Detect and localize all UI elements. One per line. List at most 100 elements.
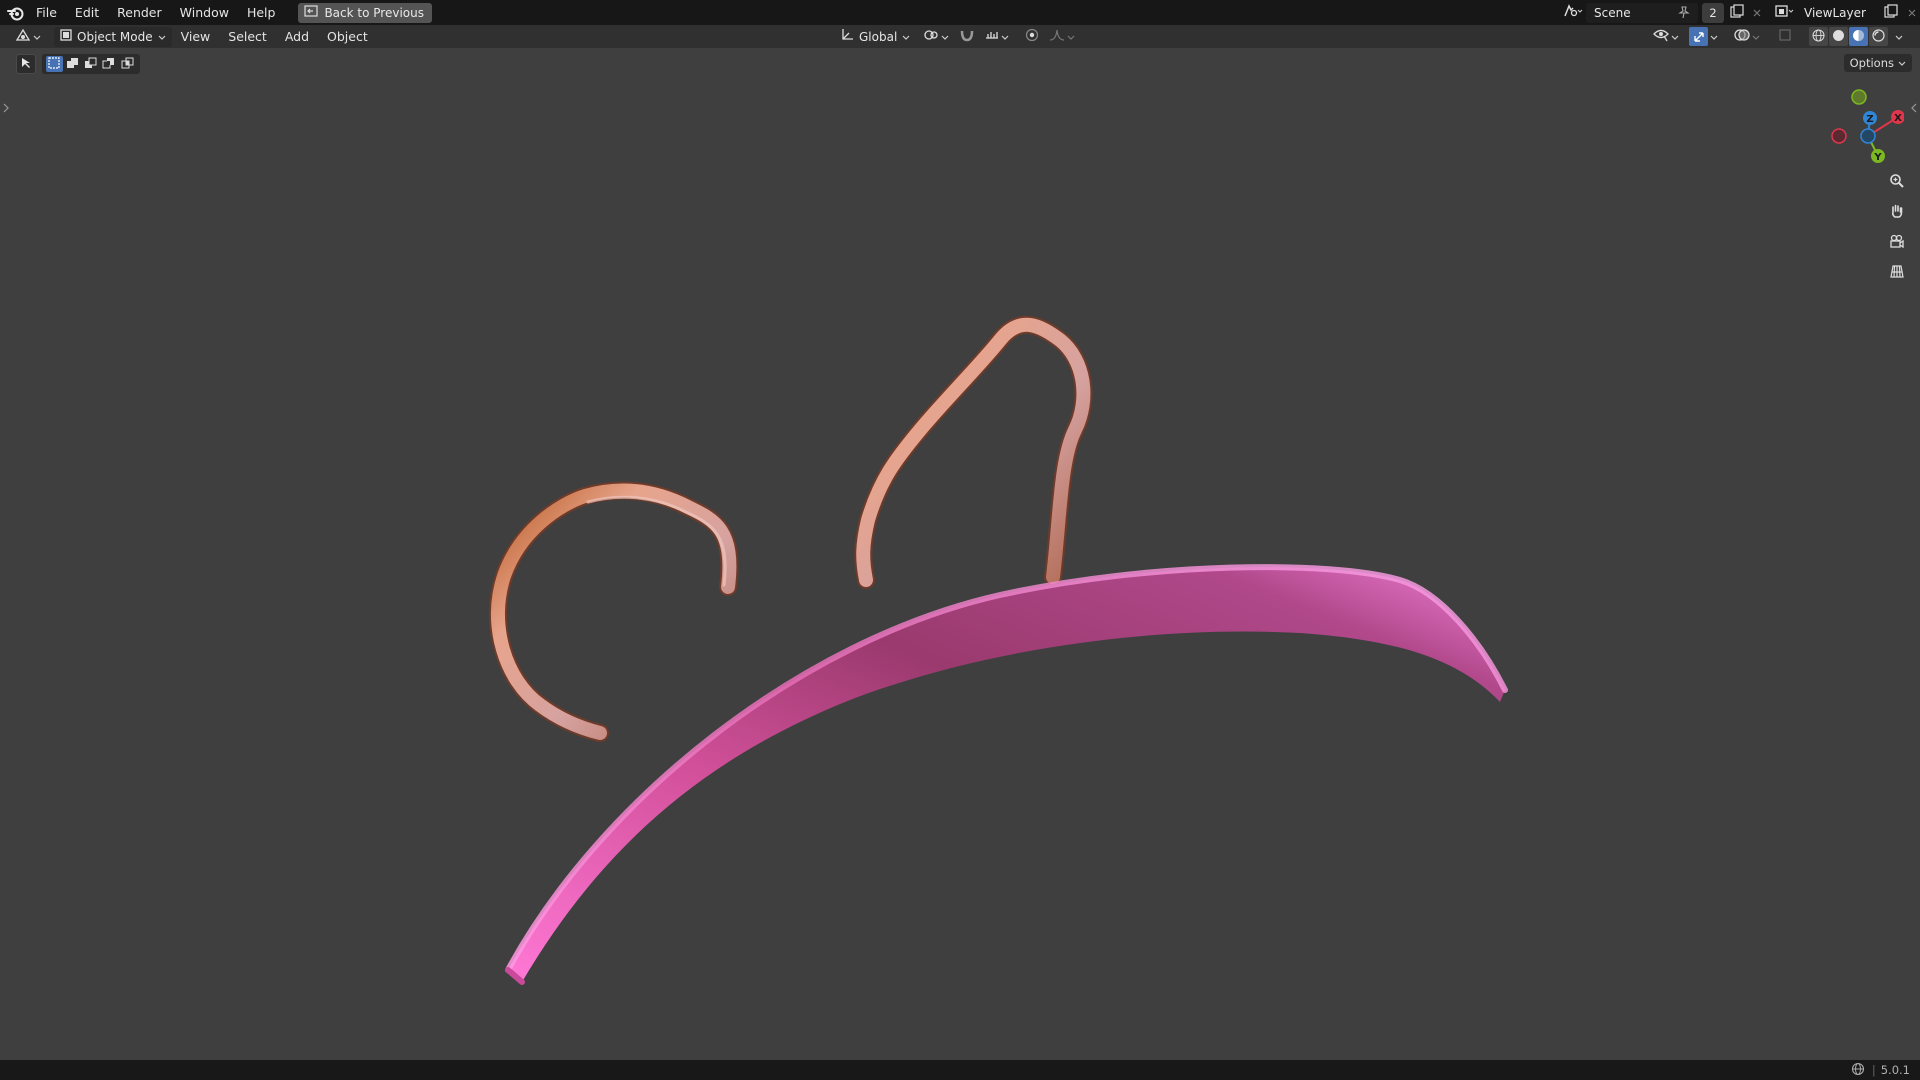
chevron-down-icon xyxy=(158,30,166,44)
perspective-toggle-button[interactable] xyxy=(1883,258,1911,286)
select-difference-icon xyxy=(102,57,116,72)
delete-view-layer-button[interactable] xyxy=(1904,3,1920,23)
chevron-down-icon xyxy=(1752,30,1760,44)
rendered-shading-button[interactable] xyxy=(1869,27,1888,46)
object-mode-dropdown[interactable]: Object Mode xyxy=(54,26,172,47)
z-axis-label: Z xyxy=(1866,114,1873,125)
wireframe-shading-button[interactable] xyxy=(1809,27,1828,46)
scene-name-field[interactable]: Scene xyxy=(1586,2,1698,23)
select-new-button[interactable] xyxy=(45,56,63,72)
blender-logo-icon[interactable] xyxy=(5,2,27,24)
eye-cursor-icon xyxy=(1653,28,1669,45)
chevron-down-icon xyxy=(1671,30,1679,44)
scene-user-count: 2 xyxy=(1702,2,1724,23)
xray-toggle[interactable] xyxy=(1775,27,1795,47)
screen-back-icon xyxy=(304,5,319,20)
snap-increment-icon xyxy=(985,28,999,45)
menu-object[interactable]: Object xyxy=(318,29,377,44)
pin-icon[interactable] xyxy=(1678,5,1690,22)
menu-window[interactable]: Window xyxy=(171,0,238,25)
menu-edit[interactable]: Edit xyxy=(66,0,108,25)
duplicate-icon xyxy=(1884,4,1898,21)
scene-render xyxy=(489,315,1508,985)
tool-settings-row: Options xyxy=(0,48,1920,80)
neg-y-axis-handle[interactable] xyxy=(1851,89,1867,105)
3d-viewport[interactable] xyxy=(0,48,1920,1060)
falloff-curve-icon xyxy=(1049,28,1065,45)
delete-scene-button[interactable] xyxy=(1750,3,1764,23)
chevron-down-icon xyxy=(1001,30,1009,44)
snap-toggle[interactable] xyxy=(956,27,978,47)
sidebar-expand-arrow-icon[interactable] xyxy=(1910,102,1918,113)
viewport-3d-icon xyxy=(15,28,31,45)
version-label: 5.0.1 xyxy=(1880,1063,1910,1077)
neg-x-axis-handle[interactable] xyxy=(1831,128,1847,144)
select-difference-button[interactable] xyxy=(101,56,118,72)
solid-sphere-icon xyxy=(1832,29,1845,45)
grid-icon xyxy=(1889,263,1905,282)
top-menu-bar: File Edit Render Window Help Back to Pre… xyxy=(0,0,1920,25)
menu-add[interactable]: Add xyxy=(276,29,318,44)
cursor-icon xyxy=(21,57,31,72)
pan-button[interactable] xyxy=(1883,198,1911,226)
gizmo-toggle[interactable] xyxy=(1686,27,1721,47)
view-layer-icon xyxy=(1775,4,1795,21)
transform-orientation-dropdown[interactable]: Global xyxy=(834,27,916,47)
select-extend-button[interactable] xyxy=(64,56,81,72)
menu-render[interactable]: Render xyxy=(108,0,171,25)
neg-z-axis-handle[interactable] xyxy=(1860,128,1876,144)
shading-mode-group xyxy=(1809,27,1888,46)
options-label: Options xyxy=(1849,56,1894,70)
proportional-falloff-dropdown[interactable] xyxy=(1046,27,1078,47)
chevron-down-icon xyxy=(1895,30,1903,44)
chevron-down-icon xyxy=(902,30,910,44)
selectability-visibility-dropdown[interactable] xyxy=(1650,27,1682,47)
left-ear-loop xyxy=(489,481,739,742)
solid-shading-button[interactable] xyxy=(1829,27,1848,46)
select-subtract-button[interactable] xyxy=(82,56,99,72)
snap-target-dropdown[interactable] xyxy=(982,27,1012,47)
orientation-label: Global xyxy=(859,29,898,44)
proportional-edit-icon xyxy=(1025,28,1039,45)
chevron-down-icon xyxy=(1898,56,1906,70)
right-ear-loop xyxy=(854,315,1093,589)
toolbar-expand-arrow-icon[interactable] xyxy=(2,102,10,113)
close-icon xyxy=(1753,6,1761,20)
proportional-edit-toggle[interactable] xyxy=(1022,27,1042,47)
camera-view-button[interactable] xyxy=(1883,228,1911,256)
overlays-toggle[interactable] xyxy=(1731,27,1763,47)
new-scene-button[interactable] xyxy=(1724,3,1750,23)
navigation-gizmo[interactable]: X Y Z xyxy=(1814,84,1905,174)
chevron-down-icon xyxy=(1067,30,1075,44)
back-to-previous-label: Back to Previous xyxy=(324,5,424,20)
menu-help[interactable]: Help xyxy=(238,0,285,25)
new-view-layer-button[interactable] xyxy=(1878,3,1904,23)
object-mode-icon xyxy=(60,29,72,44)
select-extend-icon xyxy=(66,57,80,72)
editor-type-button[interactable] xyxy=(8,27,48,47)
menu-file[interactable]: File xyxy=(27,0,66,25)
options-dropdown[interactable]: Options xyxy=(1843,54,1912,72)
orientation-icon xyxy=(840,28,854,45)
scene-browse-button[interactable] xyxy=(1560,3,1586,23)
viewport-header: Object Mode View Select Add Object Globa… xyxy=(0,25,1920,48)
zoom-icon xyxy=(1889,173,1905,192)
xray-icon xyxy=(1778,28,1792,45)
scene-name: Scene xyxy=(1594,5,1631,20)
back-to-previous-button[interactable]: Back to Previous xyxy=(298,2,432,23)
pivot-point-dropdown[interactable] xyxy=(920,27,952,47)
headband xyxy=(505,564,1508,985)
view-layer-browse-button[interactable] xyxy=(1772,3,1798,23)
menu-select[interactable]: Select xyxy=(219,29,276,44)
wireframe-sphere-icon xyxy=(1812,29,1825,45)
shading-options-dropdown[interactable] xyxy=(1892,27,1906,47)
x-axis-label: X xyxy=(1894,113,1902,124)
rendered-sphere-icon xyxy=(1872,28,1885,45)
material-preview-button[interactable] xyxy=(1849,27,1868,46)
zoom-button[interactable] xyxy=(1883,168,1911,196)
menu-view[interactable]: View xyxy=(172,29,220,44)
view-layer-field[interactable]: ViewLayer xyxy=(1798,3,1878,23)
select-intersect-button[interactable] xyxy=(119,56,136,72)
chevron-down-icon xyxy=(33,30,41,44)
select-tool-button[interactable] xyxy=(16,54,36,74)
